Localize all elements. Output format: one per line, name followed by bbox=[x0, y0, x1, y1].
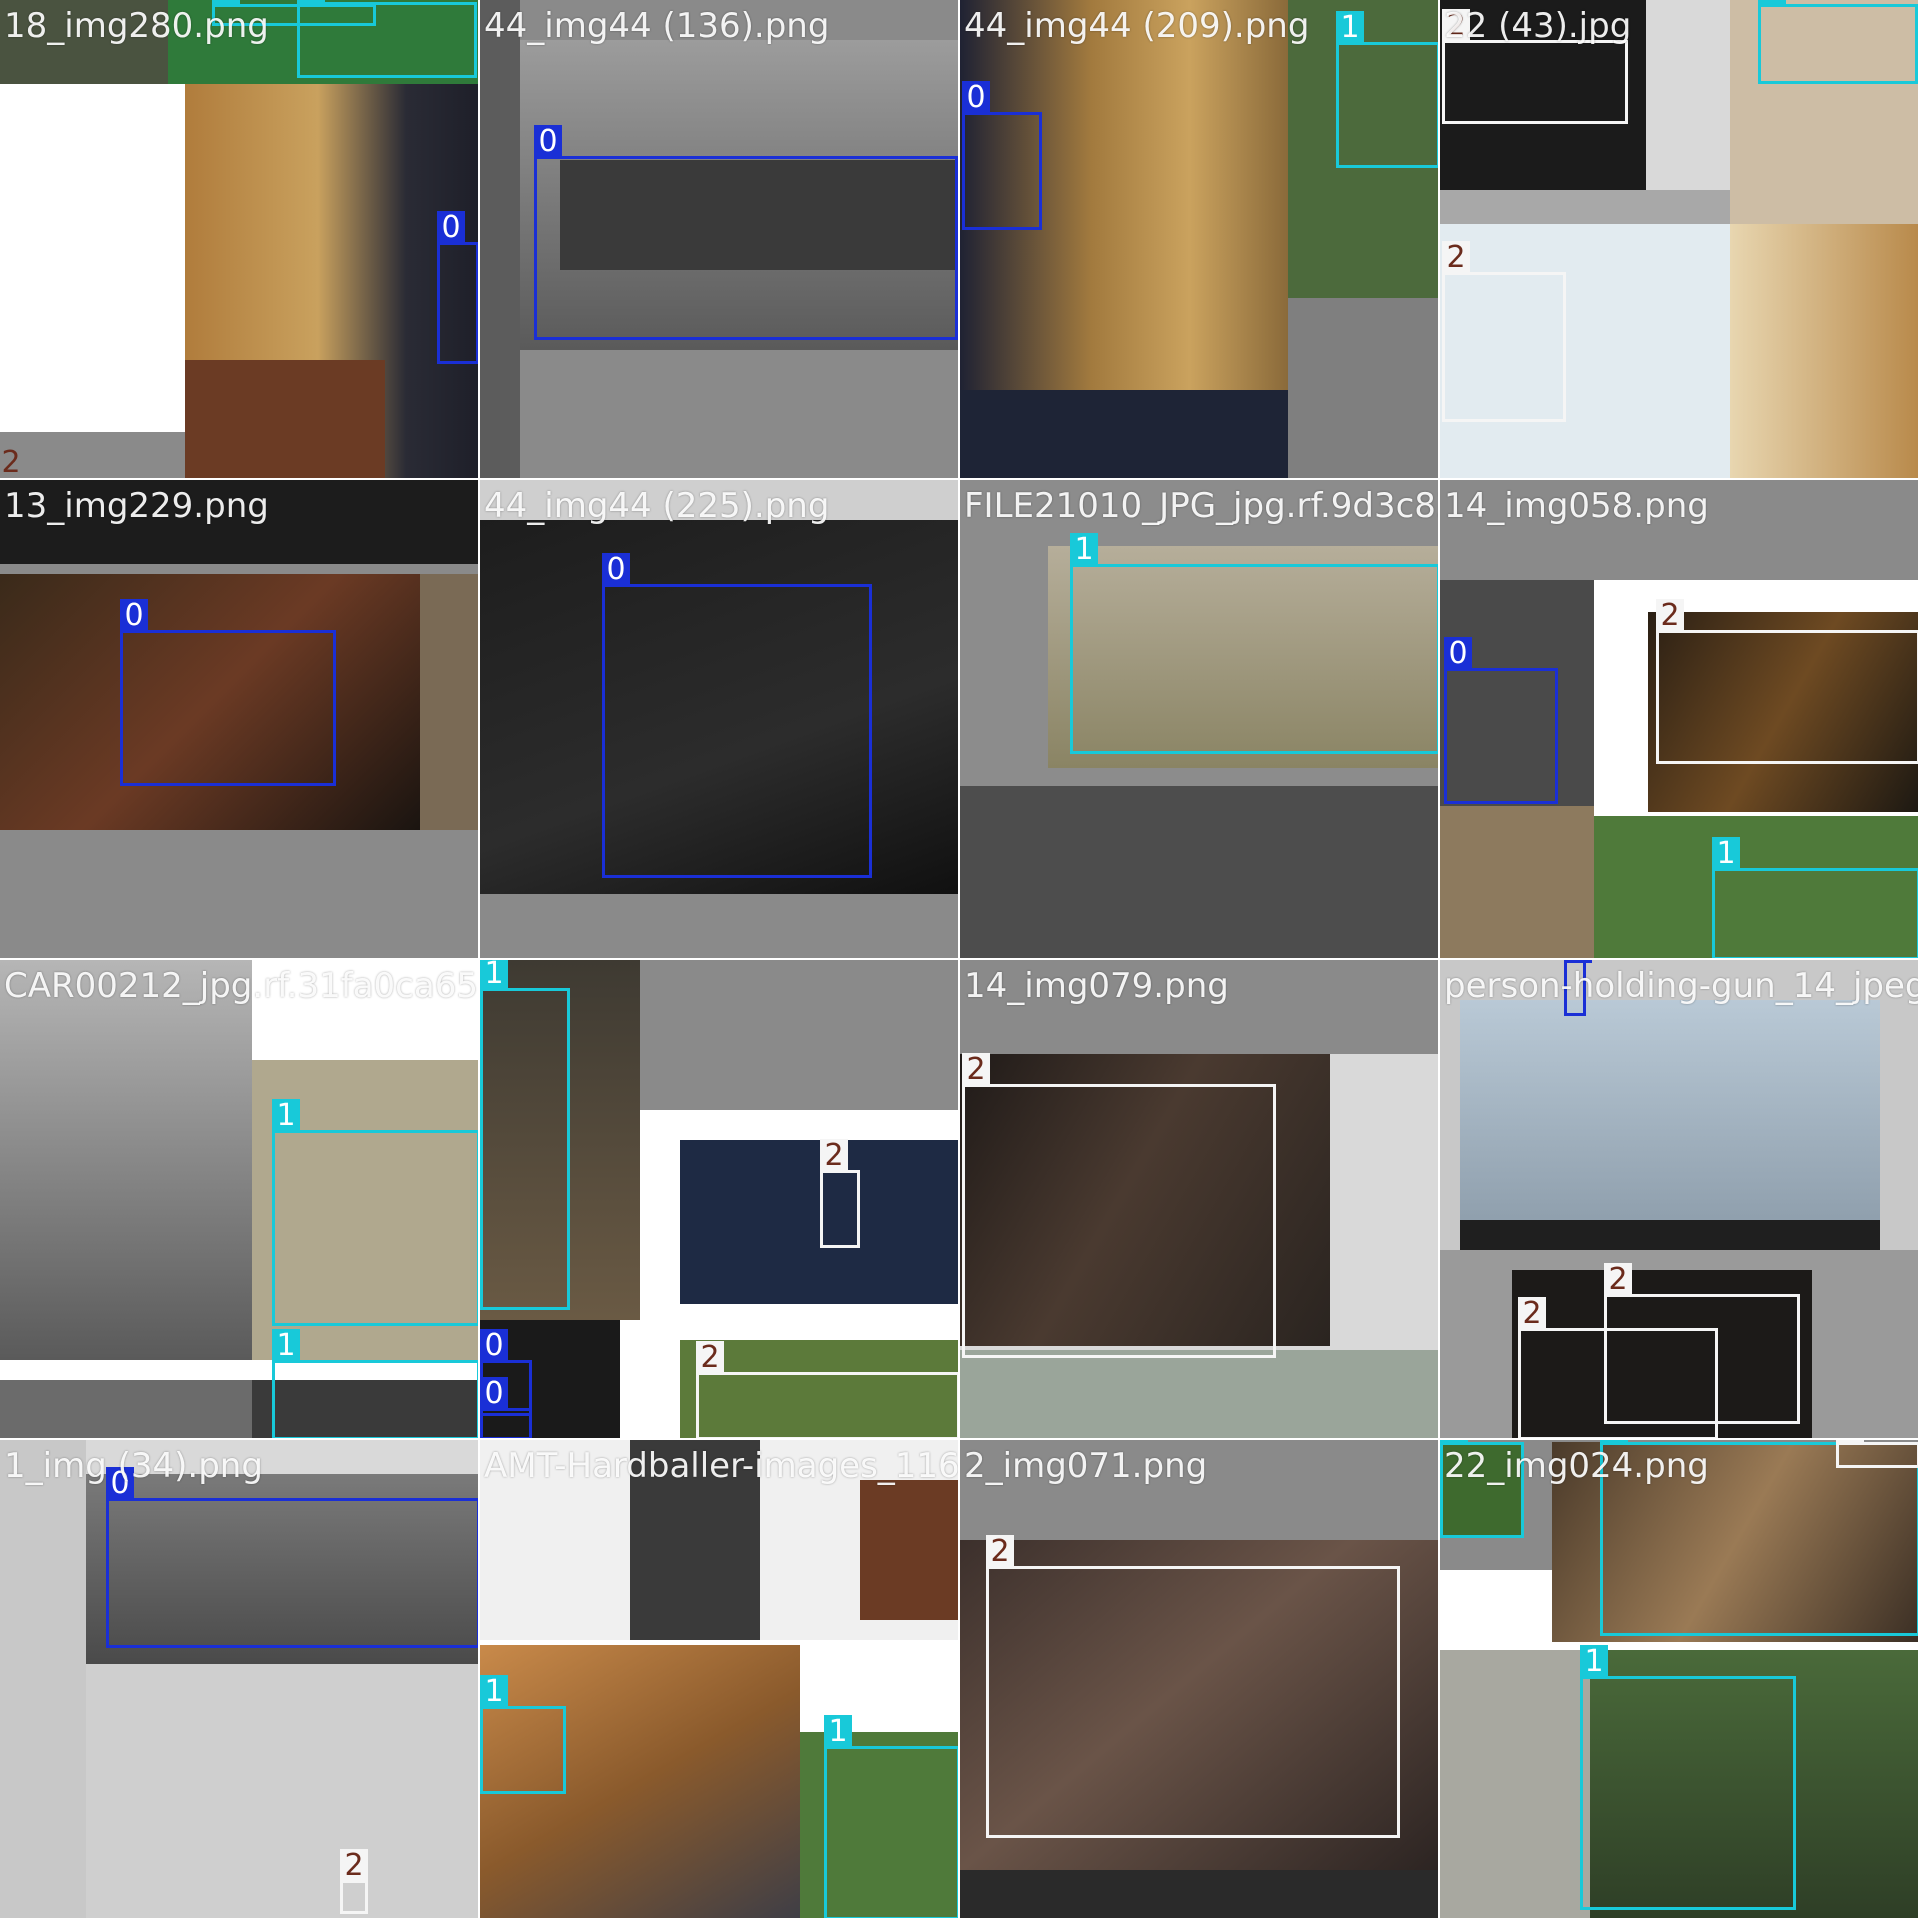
bounding-box: 1 bbox=[1580, 1645, 1796, 1910]
bounding-box: 2 bbox=[1518, 1297, 1718, 1438]
bounding-box: 1 bbox=[480, 1675, 566, 1794]
class-label: 1 bbox=[272, 1329, 300, 1363]
class-label: 0 bbox=[480, 1377, 508, 1411]
bounding-box: 0 bbox=[1444, 637, 1558, 804]
class-label: 1 bbox=[297, 0, 325, 5]
tile-filename: CAR00212_jpg.rf.31fa0ca651e4ec783b3d61 bbox=[4, 966, 478, 1006]
class-label: 1 bbox=[1712, 837, 1740, 871]
class-label: 0 bbox=[120, 599, 148, 633]
class-label: 2 bbox=[696, 1341, 724, 1375]
mosaic-tile: 18_img280.png 1 1 0 2 bbox=[0, 0, 480, 480]
mosaic-tile: 1_img (34).png 0 2 bbox=[0, 1440, 480, 1920]
bounding-box: 0 bbox=[480, 1377, 532, 1438]
bounding-box: 0 bbox=[120, 599, 336, 786]
class-label: 2 bbox=[1656, 599, 1684, 633]
class-label: 1 bbox=[1440, 1440, 1468, 1445]
bounding-box: 2 bbox=[340, 1849, 368, 1914]
mosaic-tile: 22 (43).jpg 2 2 1 bbox=[1440, 0, 1920, 480]
bounding-box: 1 bbox=[1712, 837, 1918, 958]
bounding-box: 2 bbox=[1836, 1440, 1918, 1468]
class-label: 1 bbox=[1600, 1440, 1628, 1445]
tile-filename: 14_img079.png bbox=[964, 966, 1229, 1006]
tile-filename: 1_img (34).png bbox=[4, 1446, 263, 1486]
class-label: 1 bbox=[1070, 533, 1098, 567]
tile-filename: person-holding-gun_14_jpeg bbox=[1444, 966, 1920, 1006]
bounding-box: 0 bbox=[106, 1467, 478, 1648]
bounding-box: 0 bbox=[962, 81, 1042, 230]
class-label: 2 bbox=[986, 1535, 1014, 1569]
bounding-box: 1 bbox=[824, 1715, 958, 1918]
class-label: 1 bbox=[272, 1099, 300, 1133]
class-label: 0 bbox=[480, 1329, 508, 1363]
bounding-box: 1 bbox=[1758, 0, 1918, 84]
class-label: 1 bbox=[824, 1715, 852, 1749]
mosaic-tile: CAR00212_jpg.rf.31fa0ca651e4ec783b3d61 1… bbox=[480, 960, 960, 1440]
mosaic-tile: 22_img024.png 1 1 2 1 bbox=[1440, 1440, 1920, 1920]
bounding-box: 0 bbox=[437, 211, 478, 364]
tile-filename: 13_img229.png bbox=[4, 486, 269, 526]
class-label: 2 bbox=[1, 445, 21, 480]
class-label: 2 bbox=[340, 1849, 368, 1883]
tile-filename: 44_img44 (136).png bbox=[484, 6, 830, 46]
tile-filename: 2_img071.png bbox=[964, 1446, 1208, 1486]
bounding-box: 2 bbox=[1656, 599, 1918, 764]
tile-filename: 22_img024.png bbox=[1444, 1446, 1709, 1486]
bounding-box: 2 bbox=[986, 1535, 1400, 1838]
bounding-box: 1 bbox=[297, 0, 477, 78]
tile-filename: 18_img280.png bbox=[4, 6, 269, 46]
mosaic-tile: 14_img058.png 0 2 1 bbox=[1440, 480, 1920, 960]
mosaic-tile: person-holding-gun_14_jpeg 0 2 2 bbox=[1440, 960, 1920, 1440]
mosaic-tile: 44_img44 (225).png 0 bbox=[480, 480, 960, 960]
bounding-box: 0 bbox=[534, 125, 958, 340]
detection-mosaic-grid: 18_img280.png 1 1 0 2 44_img44 (136).png… bbox=[0, 0, 1920, 1920]
tile-filename: 44_img44 (209).png bbox=[964, 6, 1310, 46]
class-label: 0 bbox=[602, 553, 630, 587]
bounding-box: 1 bbox=[480, 960, 570, 1310]
bounding-box: 2 bbox=[1442, 241, 1566, 422]
class-label: 0 bbox=[534, 125, 562, 159]
mosaic-tile: 44_img44 (209).png 0 1 bbox=[960, 0, 1440, 480]
bounding-box: 1 bbox=[272, 1329, 478, 1438]
mosaic-tile: 2_img071.png 2 bbox=[960, 1440, 1440, 1920]
mosaic-tile: 13_img229.png 0 bbox=[0, 480, 480, 960]
class-label: 2 bbox=[1442, 241, 1470, 275]
class-label: 1 bbox=[480, 1675, 508, 1709]
tile-filename: AMT-Hardballer-images_1162_jpg.rf.49 bbox=[484, 1446, 960, 1486]
class-label: 0 bbox=[1564, 960, 1592, 963]
class-label: 0 bbox=[437, 211, 465, 245]
mosaic-tile: 14_img079.png 2 bbox=[960, 960, 1440, 1440]
tile-filename: 44_img44 (225).png bbox=[484, 486, 830, 526]
bounding-box: 2 bbox=[1442, 9, 1628, 124]
bounding-box: 1 bbox=[1336, 11, 1438, 168]
class-label: 2 bbox=[1518, 1297, 1546, 1331]
tile-filename: FILE21010_JPG_jpg.rf.9d3c831590638554e bbox=[964, 486, 1438, 526]
class-label: 1 bbox=[480, 960, 508, 991]
class-label: 2 bbox=[1604, 1263, 1632, 1297]
bounding-box: 1 bbox=[272, 1099, 478, 1326]
mosaic-tile: CAR00212_jpg.rf.31fa0ca651e4ec783b3d61 1… bbox=[0, 960, 480, 1440]
class-label: 1 bbox=[1580, 1645, 1608, 1679]
bounding-box: 2 bbox=[696, 1341, 958, 1438]
bounding-box: 0 bbox=[602, 553, 872, 878]
class-label: 2 bbox=[820, 1139, 848, 1173]
class-label: 0 bbox=[962, 81, 990, 115]
class-label: 0 bbox=[1444, 637, 1472, 671]
bounding-box: 1 bbox=[1070, 533, 1438, 754]
tile-filename: 14_img058.png bbox=[1444, 486, 1709, 526]
class-label: 2 bbox=[1836, 1440, 1864, 1445]
class-label: 1 bbox=[1336, 11, 1364, 45]
mosaic-tile: 44_img44 (136).png 0 bbox=[480, 0, 960, 480]
tile-filename: 22 (43).jpg bbox=[1444, 6, 1632, 46]
class-label: 2 bbox=[962, 1053, 990, 1087]
class-label: 1 bbox=[1758, 0, 1786, 7]
mosaic-tile: AMT-Hardballer-images_1162_jpg.rf.49 1 1 bbox=[480, 1440, 960, 1920]
mosaic-tile: FILE21010_JPG_jpg.rf.9d3c831590638554e 1 bbox=[960, 480, 1440, 960]
bounding-box: 2 bbox=[962, 1053, 1276, 1358]
bounding-box: 2 bbox=[820, 1139, 860, 1248]
